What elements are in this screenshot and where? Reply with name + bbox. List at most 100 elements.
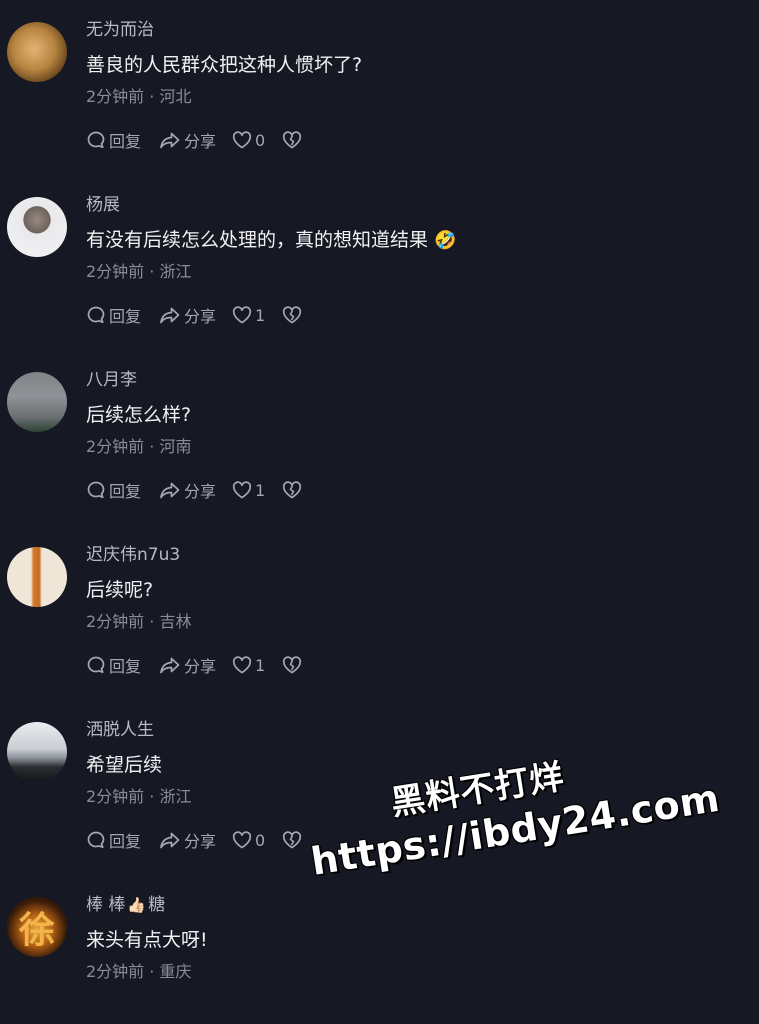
avatar[interactable] xyxy=(7,372,67,432)
share-label: 分享 xyxy=(184,132,217,151)
share-button[interactable]: 分享 xyxy=(159,478,216,502)
heart-icon xyxy=(232,831,252,849)
broken-heart-icon xyxy=(283,131,302,149)
heart-icon xyxy=(232,131,252,149)
avatar[interactable] xyxy=(7,722,67,782)
comment-time: 2分钟前 xyxy=(86,262,145,281)
dislike-button[interactable] xyxy=(282,656,302,674)
comment-text-body: 有没有后续怎么处理的，真的想知道结果 xyxy=(86,229,429,251)
broken-heart-icon xyxy=(283,831,302,849)
heart-icon xyxy=(232,481,252,499)
avatar-calligraphy-glyph: 徐 xyxy=(18,909,55,951)
reply-button[interactable]: 回复 xyxy=(86,128,141,152)
comment-username[interactable]: 洒脱人生 xyxy=(86,715,154,740)
like-button[interactable]: 1 xyxy=(232,306,265,325)
comment-item: 迟庆伟n7u3 后续呢? 2分钟前 · 吉林 回复 分享 1 xyxy=(0,525,759,700)
comment-bubble-icon xyxy=(87,656,105,674)
dislike-button[interactable] xyxy=(282,306,302,324)
like-button[interactable]: 1 xyxy=(232,481,265,500)
comment-time: 2分钟前 xyxy=(86,612,145,631)
username-part: 糖 xyxy=(148,895,166,915)
reply-button[interactable]: 回复 xyxy=(86,828,141,852)
dislike-button[interactable] xyxy=(282,131,302,149)
meta-separator: · xyxy=(149,437,155,456)
comment-location: 浙江 xyxy=(159,787,192,806)
like-count: 1 xyxy=(255,480,266,500)
reply-button[interactable]: 回复 xyxy=(86,653,141,677)
share-button[interactable]: 分享 xyxy=(159,128,216,152)
share-arrow-icon xyxy=(160,132,180,149)
share-label: 分享 xyxy=(184,307,217,326)
comment-item: 无为而治 善良的人民群众把这种人惯坏了? 2分钟前 · 河北 回复 分享 0 xyxy=(0,0,759,175)
comment-username[interactable]: 无为而治 xyxy=(86,15,154,40)
like-button[interactable]: 0 xyxy=(232,831,265,850)
comment-text: 希望后续 xyxy=(86,754,163,776)
comment-time: 2分钟前 xyxy=(86,437,145,456)
like-count: 1 xyxy=(255,305,266,325)
reply-button[interactable]: 回复 xyxy=(86,303,141,327)
comment-meta: 2分钟前 · 浙江 xyxy=(86,783,191,807)
comment-text: 后续呢? xyxy=(86,579,154,601)
comment-time: 2分钟前 xyxy=(86,87,145,106)
like-count: 0 xyxy=(255,130,266,150)
avatar[interactable]: 徐 xyxy=(7,897,67,957)
share-arrow-icon xyxy=(160,657,180,674)
share-arrow-icon xyxy=(160,832,180,849)
comment-item: 杨展 有没有后续怎么处理的，真的想知道结果 🤣 2分钟前 · 浙江 回复 分享 … xyxy=(0,175,759,350)
share-label: 分享 xyxy=(184,482,217,501)
reply-label: 回复 xyxy=(109,657,142,676)
comment-text: 后续怎么样? xyxy=(86,404,192,426)
comment-time: 2分钟前 xyxy=(86,962,145,981)
comment-username[interactable]: 迟庆伟n7u3 xyxy=(86,540,180,565)
comment-username[interactable]: 八月李 xyxy=(86,365,137,390)
like-count: 1 xyxy=(255,655,266,675)
meta-separator: · xyxy=(149,612,155,631)
meta-separator: · xyxy=(149,262,155,281)
broken-heart-icon xyxy=(283,481,302,499)
share-arrow-icon xyxy=(160,307,180,324)
comment-location: 河北 xyxy=(159,87,192,106)
comment-actions: 回复 分享 0 xyxy=(86,128,302,152)
comment-text: 有没有后续怎么处理的，真的想知道结果 🤣 xyxy=(86,225,456,252)
comment-meta: 2分钟前 · 河北 xyxy=(86,83,191,107)
reply-label: 回复 xyxy=(109,307,142,326)
username-part: 棒 棒 xyxy=(86,895,126,915)
like-button[interactable]: 1 xyxy=(232,656,265,675)
comment-item: 徐 棒 棒 👍🏻 糖 来头有点大呀! 2分钟前 · 重庆 xyxy=(0,875,759,1024)
reply-label: 回复 xyxy=(109,132,142,151)
avatar[interactable] xyxy=(7,22,67,82)
dislike-button[interactable] xyxy=(282,831,302,849)
comment-meta: 2分钟前 · 浙江 xyxy=(86,258,191,282)
share-button[interactable]: 分享 xyxy=(159,828,216,852)
avatar[interactable] xyxy=(7,547,67,607)
share-label: 分享 xyxy=(184,657,217,676)
share-label: 分享 xyxy=(184,832,217,851)
share-button[interactable]: 分享 xyxy=(159,653,216,677)
share-button[interactable]: 分享 xyxy=(159,303,216,327)
comment-location: 浙江 xyxy=(159,262,192,281)
broken-heart-icon xyxy=(283,306,302,324)
comment-actions: 回复 分享 0 xyxy=(86,828,302,852)
comment-actions: 回复 分享 1 xyxy=(86,653,302,677)
comment-meta: 2分钟前 · 河南 xyxy=(86,433,191,457)
dislike-button[interactable] xyxy=(282,481,302,499)
reply-button[interactable]: 回复 xyxy=(86,478,141,502)
comment-meta: 2分钟前 · 吉林 xyxy=(86,608,191,632)
comment-username[interactable]: 棒 棒 👍🏻 糖 xyxy=(86,890,165,915)
broken-heart-icon xyxy=(283,656,302,674)
comment-item: 洒脱人生 希望后续 2分钟前 · 浙江 回复 分享 0 xyxy=(0,700,759,875)
meta-separator: · xyxy=(149,87,155,106)
comment-item: 八月李 后续怎么样? 2分钟前 · 河南 回复 分享 1 xyxy=(0,350,759,525)
comment-bubble-icon xyxy=(87,831,105,849)
comment-bubble-icon xyxy=(87,306,105,324)
avatar[interactable] xyxy=(7,197,67,257)
comment-text: 善良的人民群众把这种人惯坏了? xyxy=(86,54,363,76)
reply-label: 回复 xyxy=(109,482,142,501)
like-button[interactable]: 0 xyxy=(232,131,265,150)
comment-username[interactable]: 杨展 xyxy=(86,190,120,215)
comment-location: 重庆 xyxy=(159,962,192,981)
comment-meta: 2分钟前 · 重庆 xyxy=(86,958,191,982)
comment-actions: 回复 分享 1 xyxy=(86,478,302,502)
comment-text: 来头有点大呀! xyxy=(86,929,208,951)
heart-icon xyxy=(232,656,252,674)
